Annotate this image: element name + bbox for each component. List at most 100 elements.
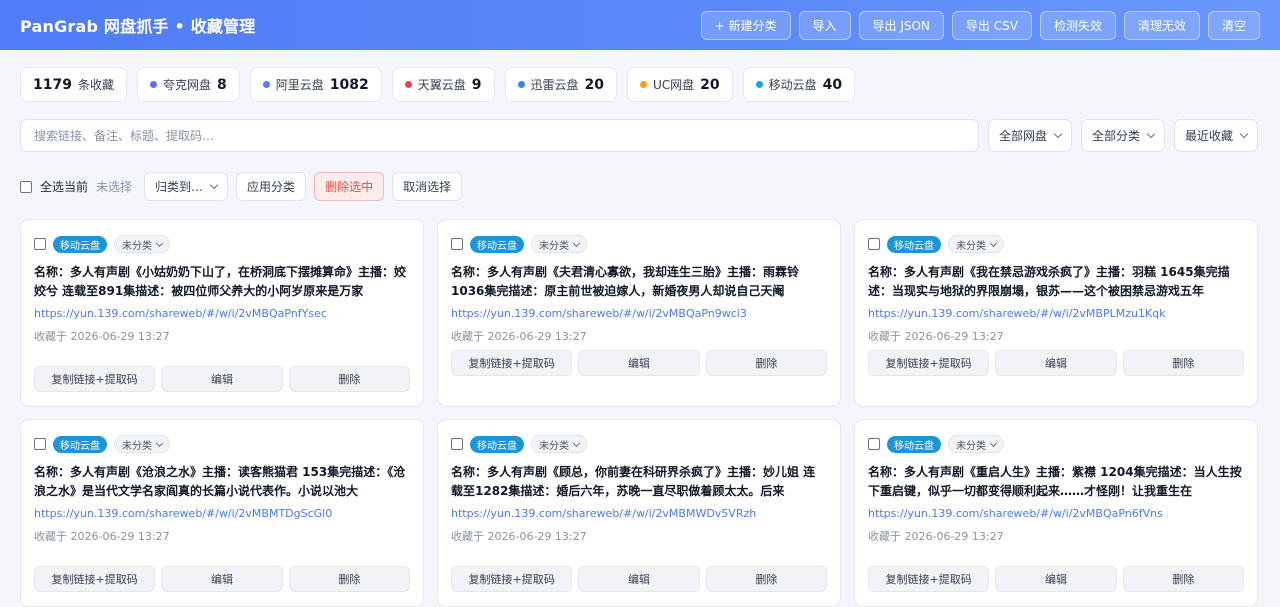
new-category-button[interactable]: + 新建分类 xyxy=(700,10,791,40)
cancel-selection-button[interactable]: 取消选择 xyxy=(392,172,463,201)
stat-provider-label: 迅雷云盘 xyxy=(530,78,579,92)
provider-filter-value: 全部网盘 xyxy=(998,129,1047,143)
category-value: 未分类 xyxy=(122,440,152,452)
delete-button[interactable]: 删除 xyxy=(705,350,827,376)
card-link[interactable]: https://yun.139.com/shareweb/#/w/i/2vMBM… xyxy=(34,507,410,520)
bookmark-grid: 移动云盘 未分类 名称：多人有声剧《小姑奶奶下山了，在桥洞底下摆摊算命》主播：姣… xyxy=(20,219,1258,607)
delete-selected-button[interactable]: 删除选中 xyxy=(314,172,385,201)
category-value: 未分类 xyxy=(539,240,569,252)
select-all-checkbox[interactable] xyxy=(20,180,32,193)
sort-value: 最近收藏 xyxy=(1184,129,1233,143)
card-link[interactable]: https://yun.139.com/shareweb/#/w/i/2vMBQ… xyxy=(451,307,827,320)
check-invalid-button[interactable]: 检测失效 xyxy=(1039,10,1116,40)
select-all-label: 全选当前 xyxy=(40,180,89,194)
provider-badge: 移动云盘 xyxy=(887,235,941,253)
edit-button[interactable]: 编辑 xyxy=(161,366,283,392)
chevron-down-icon xyxy=(989,239,998,247)
provider-dot-icon xyxy=(404,81,412,88)
category-value: 未分类 xyxy=(539,440,569,452)
card-checkbox[interactable] xyxy=(34,438,46,450)
stat-provider-number: 20 xyxy=(584,76,604,93)
category-filter-select[interactable]: 全部分类 xyxy=(1080,119,1165,152)
copy-link-button[interactable]: 复制链接+提取码 xyxy=(451,350,573,376)
card-title: 名称：多人有声剧《顾总，你前妻在科研界杀疯了》主播：妙儿姐 连载至1282集描述… xyxy=(451,465,816,498)
card-date: 收藏于 2026-06-29 13:27 xyxy=(34,530,170,543)
card-title: 名称：多人有声剧《重启人生》主播：紫襟 1204集完描述：当人生按下重启键，似乎… xyxy=(868,465,1242,498)
edit-button[interactable]: 编辑 xyxy=(578,350,700,376)
copy-link-button[interactable]: 复制链接+提取码 xyxy=(868,566,990,592)
provider-badge: 移动云盘 xyxy=(470,435,524,453)
card-checkbox[interactable] xyxy=(868,438,880,450)
stat-provider[interactable]: UC网盘 20 xyxy=(627,67,733,102)
bookmark-card: 移动云盘 未分类 名称：多人有声剧《夫君清心寡欲，我却连生三胎》主播：雨霖铃 1… xyxy=(437,219,841,407)
bookmark-card: 移动云盘 未分类 名称：多人有声剧《重启人生》主播：紫襟 1204集完描述：当人… xyxy=(854,419,1258,607)
card-link[interactable]: https://yun.139.com/shareweb/#/w/i/2vMBQ… xyxy=(868,507,1244,520)
stat-provider[interactable]: 阿里云盘 1082 xyxy=(249,67,382,102)
stat-provider[interactable]: 移动云盘 40 xyxy=(742,67,856,102)
edit-button[interactable]: 编辑 xyxy=(995,566,1117,592)
stat-provider-number: 1082 xyxy=(329,76,369,93)
clear-all-button[interactable]: 清空 xyxy=(1207,10,1260,40)
card-actions: 复制链接+提取码 编辑 删除 xyxy=(34,366,410,392)
search-filter-row: 全部网盘 全部分类 最近收藏 xyxy=(20,119,1258,152)
copy-link-button[interactable]: 复制链接+提取码 xyxy=(34,366,156,392)
delete-button[interactable]: 删除 xyxy=(288,366,410,392)
chevron-down-icon xyxy=(1146,129,1156,139)
stats-bar: 1179 条收藏 夸克网盘 8 阿里云盘 1082 天翼云盘 9 迅雷云盘 20… xyxy=(20,67,856,102)
card-date: 收藏于 2026-06-29 13:27 xyxy=(868,530,1004,543)
card-date: 收藏于 2026-06-29 13:27 xyxy=(34,330,170,343)
category-select[interactable]: 未分类 xyxy=(948,235,1004,253)
category-value: 未分类 xyxy=(122,240,152,252)
delete-button[interactable]: 删除 xyxy=(1122,566,1244,592)
sort-select[interactable]: 最近收藏 xyxy=(1173,119,1258,152)
category-select[interactable]: 未分类 xyxy=(531,235,587,253)
copy-link-button[interactable]: 复制链接+提取码 xyxy=(34,566,156,592)
stat-provider[interactable]: 天翼云盘 9 xyxy=(391,67,495,102)
delete-button[interactable]: 删除 xyxy=(705,566,827,592)
stat-provider-label: 阿里云盘 xyxy=(275,78,324,92)
delete-button[interactable]: 删除 xyxy=(1122,350,1244,376)
card-checkbox[interactable] xyxy=(34,238,46,250)
card-link[interactable]: https://yun.139.com/shareweb/#/w/i/2vMBM… xyxy=(451,507,827,520)
provider-filter-select[interactable]: 全部网盘 xyxy=(987,119,1072,152)
selection-status: 未选择 xyxy=(96,180,133,194)
card-link[interactable]: https://yun.139.com/shareweb/#/w/i/2vMBP… xyxy=(868,307,1244,320)
category-select[interactable]: 未分类 xyxy=(114,235,170,253)
copy-link-button[interactable]: 复制链接+提取码 xyxy=(868,350,990,376)
category-select[interactable]: 未分类 xyxy=(114,435,170,453)
import-button[interactable]: 导入 xyxy=(798,10,851,40)
delete-button[interactable]: 删除 xyxy=(288,566,410,592)
edit-button[interactable]: 编辑 xyxy=(578,566,700,592)
app-header: PanGrab 网盘抓手 • 收藏管理 + 新建分类 导入 导出 JSON 导出… xyxy=(0,0,1280,50)
card-actions: 复制链接+提取码 编辑 删除 xyxy=(451,566,827,592)
stat-provider-number: 20 xyxy=(700,76,720,93)
card-checkbox[interactable] xyxy=(868,238,880,250)
bulk-actions-bar: 全选当前 未选择 归类到… 应用分类 删除选中 取消选择 xyxy=(20,172,463,201)
export-csv-button[interactable]: 导出 CSV xyxy=(951,10,1032,40)
card-link[interactable]: https://yun.139.com/shareweb/#/w/i/2vMBQ… xyxy=(34,307,410,320)
category-select[interactable]: 未分类 xyxy=(531,435,587,453)
search-input[interactable] xyxy=(20,119,979,152)
stat-provider[interactable]: 夸克网盘 8 xyxy=(136,67,240,102)
provider-badge: 移动云盘 xyxy=(53,235,107,253)
clean-invalid-button[interactable]: 清理无效 xyxy=(1123,10,1200,40)
card-checkbox[interactable] xyxy=(451,238,463,250)
card-title: 名称：多人有声剧《小姑奶奶下山了，在桥洞底下摆摊算命》主播：姣姣兮 连载至891… xyxy=(34,265,407,298)
move-to-category-select[interactable]: 归类到… xyxy=(144,172,229,201)
chevron-down-icon xyxy=(155,239,164,247)
provider-dot-icon xyxy=(517,81,525,88)
edit-button[interactable]: 编辑 xyxy=(995,350,1117,376)
export-json-button[interactable]: 导出 JSON xyxy=(858,10,944,40)
card-actions: 复制链接+提取码 编辑 删除 xyxy=(868,350,1244,376)
category-select[interactable]: 未分类 xyxy=(948,435,1004,453)
apply-category-button[interactable]: 应用分类 xyxy=(236,172,307,201)
card-checkbox[interactable] xyxy=(451,438,463,450)
card-actions: 复制链接+提取码 编辑 删除 xyxy=(451,350,827,376)
provider-badge: 移动云盘 xyxy=(53,435,107,453)
stat-provider[interactable]: 迅雷云盘 20 xyxy=(504,67,617,102)
stat-provider-label: 夸克网盘 xyxy=(162,78,211,92)
copy-link-button[interactable]: 复制链接+提取码 xyxy=(451,566,573,592)
edit-button[interactable]: 编辑 xyxy=(161,566,283,592)
card-header: 移动云盘 未分类 xyxy=(451,434,827,454)
bookmark-card: 移动云盘 未分类 名称：多人有声剧《小姑奶奶下山了，在桥洞底下摆摊算命》主播：姣… xyxy=(20,219,424,407)
